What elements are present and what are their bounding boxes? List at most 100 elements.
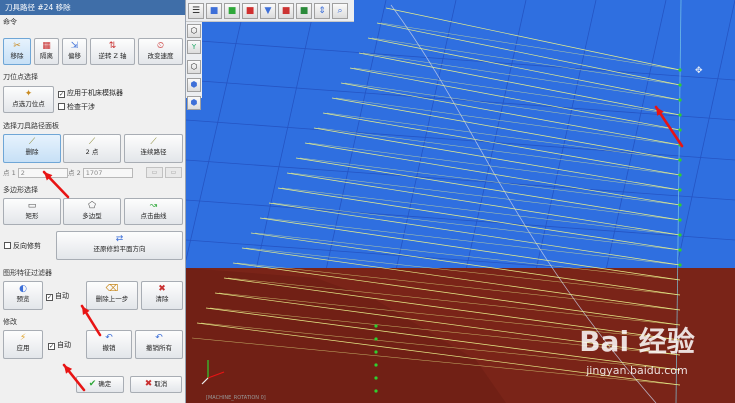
reverse-cut-label: 反向修剪 [13,242,41,250]
filter-auto-checkbox[interactable]: ✓ 自动 [46,291,69,301]
axis-y-icon[interactable]: Y [187,40,201,54]
toolpath-point [374,350,378,354]
change-speed-label: 改变速度 [147,52,174,60]
point2-field[interactable]: 点 2 1707 [68,167,133,178]
delete-button[interactable]: ⟋ 删除 [3,134,61,163]
interference-checkbox[interactable]: 检查干涉 [58,102,95,112]
polygon-button[interactable]: ⬠ 多边型 [63,198,121,225]
delete-label: 删除 [25,148,39,156]
reverse-plane-button[interactable]: ⇄ 还原修剪平面方向 [56,231,183,260]
delete-last-step-button[interactable]: ⌫ 删除上一步 [86,281,138,310]
view-cube-red-icon[interactable]: ■ [242,3,258,19]
cancel-button[interactable]: ✖ 取消 [130,376,182,393]
3d-viewport[interactable]: ✥ Bai 经验 jingyan.baidu.com [186,0,735,403]
toolpath-point [678,248,682,252]
speed-icon: ⏲ [156,41,165,51]
rectangle-button[interactable]: ▭ 矩形 [3,198,61,225]
view-iso-icon[interactable]: ⬡ [187,24,201,38]
isolate-icon: ▦ [42,41,51,51]
click-curve-label: 点击曲线 [140,212,167,220]
shaded-icon[interactable]: ⬢ [187,78,201,92]
remove-icon: ✂ [13,41,21,51]
preview-icon: ◐ [19,284,27,294]
toolpath-point [678,68,682,72]
zoom-icon[interactable]: ⌕ [332,3,348,19]
cancel-label: 取消 [154,380,168,388]
ok-icon: ✔ [88,379,97,389]
delete-last-step-label: 删除上一步 [95,295,129,303]
toolpath-point [678,83,682,87]
view-top-icon[interactable]: ▼ [260,3,276,19]
delete-last-icon: ⌫ [105,284,119,294]
continuous-path-button[interactable]: ⟋ 连续路径 [124,134,183,163]
section-command: 命令 [3,18,17,26]
reverse-cut-checkbox[interactable]: 反向修剪 [4,241,41,251]
point2-input[interactable]: 1707 [82,168,133,178]
cancel-icon: ✖ [144,379,153,389]
toolpath-point [374,376,378,380]
view-cube-alt-icon[interactable]: ■ [296,3,312,19]
section-modify: 修改 [3,318,17,326]
axis-y-label: Y [191,43,197,51]
wireframe-icon[interactable]: ⬡ [187,60,201,74]
undo-all-button[interactable]: ↶ 撤销所有 [135,330,183,359]
isolate-label: 隔离 [40,52,53,60]
filter-auto-label: 自动 [55,292,69,300]
point1-field[interactable]: 点 1 2 [3,167,68,178]
point-prev-button[interactable]: ▭ [146,167,163,178]
toolpath-point [678,113,682,117]
toolpath-edit-dialog: 刀具路径 #24 移除 命令 ✂ 移除 ▦ 隔离 ⇲ 偏移 ⇅ 逆转 Z 轴 ⏲ 改变速度… [0,0,186,403]
point1-label: 点 1 [3,169,16,177]
shaded-alt-icon[interactable]: ⬢ [187,96,201,110]
apply-icon: ⚡ [19,333,27,343]
menu-icon[interactable]: ☰ [188,3,204,19]
change-speed-button[interactable]: ⏲ 改变速度 [138,38,183,65]
filter-auto-check: ✓ [46,294,53,301]
point1-input[interactable]: 2 [17,168,68,178]
view-cube-blue-icon[interactable]: ■ [206,3,222,19]
preview-button[interactable]: ◐ 预览 [3,281,43,310]
undo-all-icon: ↶ [155,333,163,343]
remove-button[interactable]: ✂ 移除 [3,38,31,65]
view-cube-shaded-icon[interactable]: ■ [278,3,294,19]
modify-auto-label: 自动 [57,341,71,349]
section-select-toolpath: 选择刀具路径面板 [3,122,59,130]
apply-button[interactable]: ⚡ 应用 [3,330,43,359]
offset-button[interactable]: ⇲ 偏移 [62,38,87,65]
apply-machine-check: ✓ [58,91,65,98]
modify-auto-checkbox[interactable]: ✓ 自动 [48,340,71,350]
watermark-logo: Bai 经验 [579,325,695,358]
section-polygon-select: 多边形选择 [3,186,38,194]
undo-label: 撤销 [102,344,116,352]
view-cube-green-icon[interactable]: ■ [224,3,240,19]
toolpath-point [678,233,682,237]
undo-all-label: 撤销所有 [146,344,172,352]
offset-icon: ⇲ [70,41,79,51]
undo-button[interactable]: ↶ 撤销 [86,330,132,359]
rectangle-icon: ▭ [27,201,37,211]
isolate-button[interactable]: ▦ 隔离 [34,38,59,65]
pick-tool-point-button[interactable]: ✦ 点选刀位点 [3,86,54,113]
dialog-title: 刀具路径 #24 移除 [0,0,185,15]
clear-label: 清除 [155,295,169,303]
clear-button[interactable]: ✖ 清除 [141,281,183,310]
polygon-icon: ⬠ [88,201,96,211]
interference-check [58,103,65,110]
rectangle-label: 矩形 [25,212,39,220]
offset-label: 偏移 [68,52,81,60]
toolpath-point [678,158,682,162]
ok-button[interactable]: ✔ 确定 [76,376,124,393]
view-toolbar: ☰ ■ ■ ■ ▼ ■ ■ ⇕ ⌕ [186,0,354,22]
interference-label: 检查干涉 [67,103,95,111]
two-point-button[interactable]: ⟋ 2 点 [63,134,121,163]
reverse-cut-check [4,242,11,249]
toolpath-point [678,173,682,177]
point-next-button[interactable]: ▭ [165,167,182,178]
view-flip-icon[interactable]: ⇕ [314,3,330,19]
reverse-z-button[interactable]: ⇅ 逆转 Z 轴 [90,38,135,65]
polygon-label: 多边型 [82,212,102,220]
click-curve-button[interactable]: ↝ 点击曲线 [124,198,183,225]
apply-machine-checkbox[interactable]: ✓ 应用于机床模拟器 [58,88,123,98]
cursor-marker: ✥ [695,66,703,76]
baidu-watermark: Bai 经验 jingyan.baidu.com [547,320,727,390]
